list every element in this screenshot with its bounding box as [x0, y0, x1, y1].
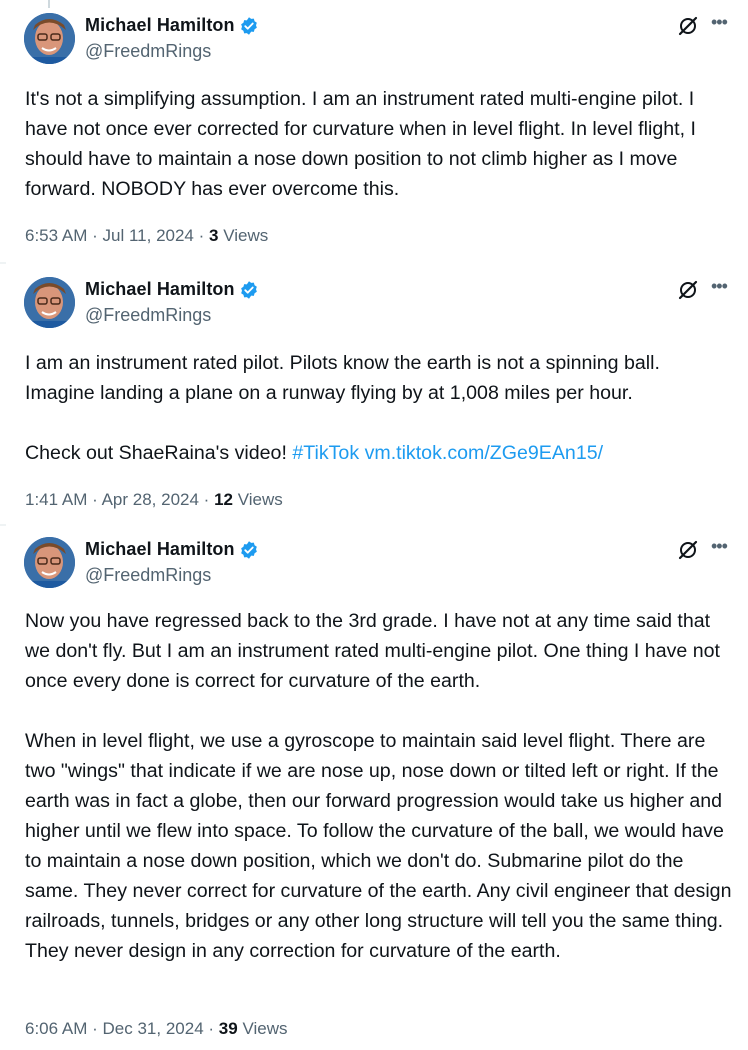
tweet[interactable]: Michael Hamilton @FreedmRings ••• I am a… [0, 264, 748, 524]
author-name[interactable]: Michael Hamilton [85, 15, 235, 36]
views-count: 12 [214, 490, 233, 509]
tweet-meta: 6:53 AM · Jul 11, 2024 · 3 Views [25, 226, 269, 245]
tweet-time[interactable]: 6:53 AM [25, 226, 87, 245]
verified-badge-icon [240, 16, 257, 35]
tweet-text: Now you have regressed back to the 3rd g… [25, 610, 732, 962]
tweet-text: It's not a simplifying assumption. I am … [25, 88, 702, 200]
verified-badge-icon [240, 280, 257, 299]
url-link[interactable]: vm.tiktok.com/ZGe9EAn15/ [365, 442, 603, 464]
tweet-date[interactable]: Dec 31, 2024 [103, 1019, 204, 1038]
verified-badge-icon [240, 540, 257, 559]
tweet[interactable]: Michael Hamilton @FreedmRings ••• Now yo… [0, 524, 748, 1050]
grok-icon[interactable] [678, 540, 698, 560]
hashtag-link[interactable]: #TikTok [292, 442, 359, 464]
tweet-date[interactable]: Jul 11, 2024 [103, 226, 194, 245]
author-name[interactable]: Michael Hamilton [85, 539, 235, 560]
tweet-date[interactable]: Apr 28, 2024 [102, 490, 199, 509]
author-handle[interactable]: @FreedmRings [85, 565, 211, 586]
more-icon[interactable]: ••• [711, 276, 731, 296]
grok-icon[interactable] [678, 280, 698, 300]
author-handle[interactable]: @FreedmRings [85, 305, 211, 326]
avatar[interactable] [24, 13, 75, 64]
author-row: Michael Hamilton [85, 15, 259, 36]
tweet-meta: 6:06 AM · Dec 31, 2024 · 39 Views [25, 1019, 288, 1038]
views-label: Views [237, 490, 283, 509]
avatar[interactable] [24, 537, 75, 588]
tweet-time[interactable]: 1:41 AM [25, 490, 87, 509]
author-row: Michael Hamilton [85, 279, 259, 300]
avatar[interactable] [24, 277, 75, 328]
grok-icon[interactable] [678, 16, 698, 36]
author-name[interactable]: Michael Hamilton [85, 279, 235, 300]
author-handle[interactable]: @FreedmRings [85, 41, 211, 62]
views-count: 3 [209, 226, 219, 245]
views-label: Views [242, 1019, 288, 1038]
more-icon[interactable]: ••• [711, 12, 731, 32]
author-row: Michael Hamilton [85, 539, 259, 560]
tweet-text: I am an instrument rated pilot. Pilots k… [25, 352, 660, 464]
tweet-meta: 1:41 AM · Apr 28, 2024 · 12 Views [25, 490, 283, 509]
more-icon[interactable]: ••• [711, 536, 731, 556]
views-label: Views [223, 226, 269, 245]
tweet[interactable]: Michael Hamilton @FreedmRings ••• It's n… [0, 0, 748, 262]
views-count: 39 [218, 1019, 238, 1038]
tweet-time[interactable]: 6:06 AM [25, 1019, 87, 1038]
